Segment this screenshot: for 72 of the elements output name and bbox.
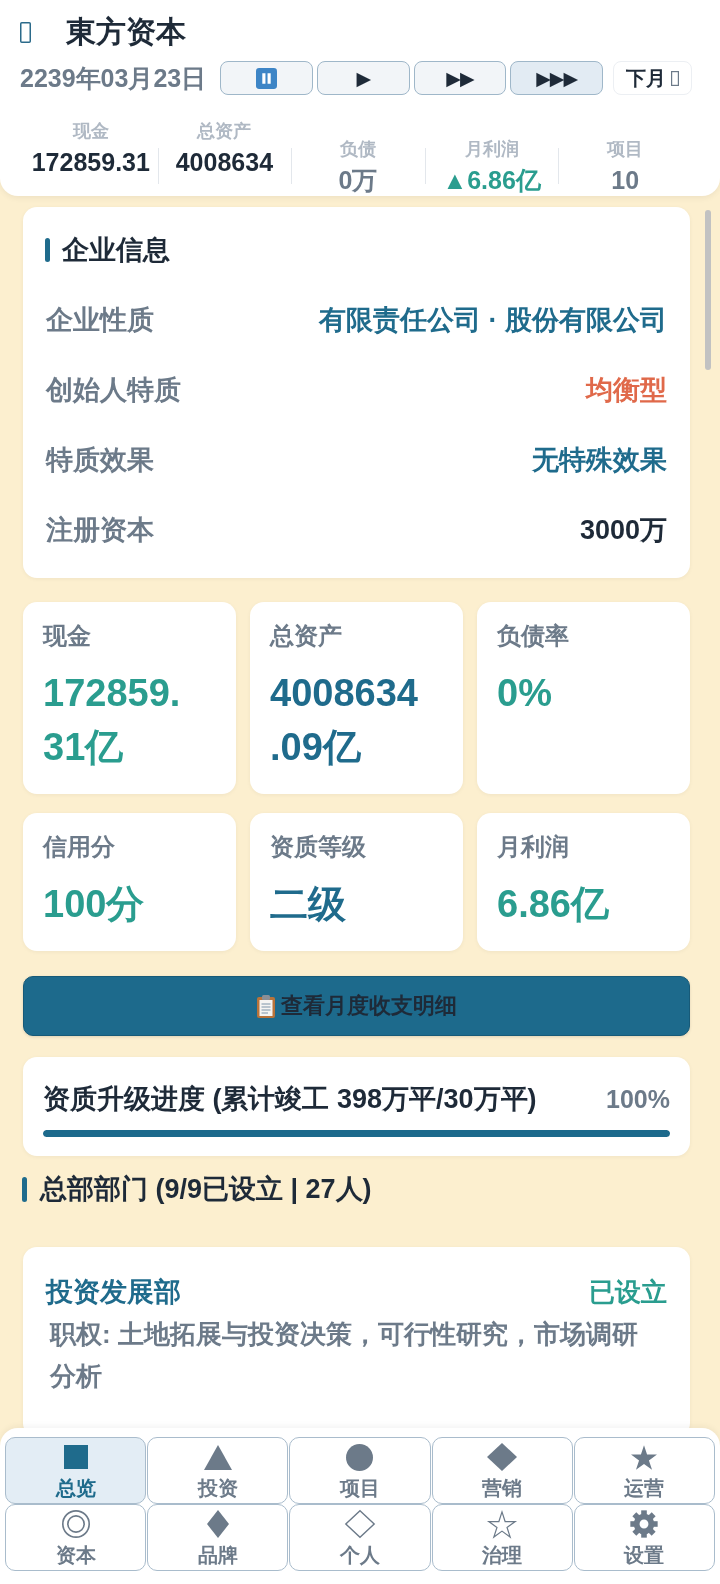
stat-label: 月利润 (464, 138, 519, 160)
metric-value: 4008634.09亿 (270, 671, 419, 770)
stat-value: ▲6.86亿 (442, 165, 541, 196)
info-value: 无特殊效果 (532, 444, 667, 477)
nav-tab[interactable]: 运营 (573, 1437, 715, 1504)
speed-button[interactable]: ▶ (316, 61, 410, 95)
metric-label: 现金 (43, 621, 92, 651)
clipboard-icon (256, 994, 275, 1018)
info-label: 企业性质 (46, 304, 154, 337)
triangle-icon (203, 1444, 232, 1470)
next-month-button[interactable]: 下月 (613, 61, 692, 95)
stat-label: 总资产 (197, 120, 252, 142)
info-label: 特质效果 (46, 444, 154, 477)
progress-label: 资质升级进度 (累计竣工 398万平/30万平) (43, 1083, 537, 1116)
stat-value: 0万 (338, 165, 378, 196)
section-title: 总部部门 (9/9已设立 | 27人) (40, 1173, 372, 1206)
diamond-outline-icon (345, 1510, 375, 1538)
speed-button[interactable]: ▶▶ (413, 61, 507, 95)
pause-icon (256, 67, 278, 89)
monthly-detail-button[interactable]: 查看月度收支明细 (23, 976, 690, 1036)
diamond-icon (206, 1510, 229, 1538)
nav-tab[interactable]: 资本 (5, 1504, 147, 1571)
nav-tab[interactable]: 投资 (147, 1437, 289, 1504)
nav-tab[interactable]: 治理 (431, 1504, 573, 1571)
stat-label: 项目 (607, 138, 644, 160)
nav-tab[interactable]: 设置 (573, 1504, 715, 1571)
gear-icon (630, 1510, 659, 1538)
stat-label: 负债 (340, 138, 376, 160)
stat-value: 10 (611, 165, 640, 196)
heading-accent-bar (45, 238, 50, 262)
department-status: 已设立 (589, 1275, 667, 1309)
metric-label: 负债率 (497, 621, 570, 651)
nav-tab[interactable]: 个人 (289, 1504, 431, 1571)
metric-label: 资质等级 (270, 832, 367, 862)
info-label: 注册资本 (46, 514, 154, 547)
missing-glyph-icon (20, 21, 31, 43)
stat-value: 4008634 (175, 147, 274, 178)
info-value: 均衡型 (586, 374, 667, 407)
metric-label: 信用分 (43, 832, 116, 862)
stat-label: 现金 (72, 120, 109, 142)
nav-tab[interactable]: 品牌 (147, 1504, 289, 1571)
metric-value: 二级 (270, 882, 347, 927)
missing-glyph-icon (671, 70, 679, 86)
pause-button[interactable] (220, 61, 313, 95)
speed-button[interactable]: ▶▶▶ (510, 61, 603, 95)
app-title: 東方资本 (66, 14, 186, 50)
circle-icon (346, 1443, 374, 1471)
star-icon (631, 1444, 658, 1470)
stat-value: 172859.31 (31, 147, 150, 178)
square-icon (63, 1445, 88, 1469)
metric-value: 172859.31亿 (43, 671, 182, 770)
metric-value: 6.86亿 (497, 882, 610, 927)
metric-label: 总资产 (270, 621, 343, 651)
scrollbar-thumb[interactable] (705, 210, 711, 370)
info-label: 创始人特质 (46, 374, 181, 407)
metric-value: 0% (497, 671, 553, 716)
nav-tab[interactable]: 总览 (5, 1437, 147, 1504)
star-outline-icon (488, 1510, 517, 1538)
metric-value: 100分 (43, 882, 146, 927)
nav-tab[interactable]: 营销 (431, 1437, 573, 1504)
nav-tab[interactable]: 项目 (289, 1437, 431, 1504)
diamond-icon (487, 1443, 518, 1471)
ring-icon (61, 1510, 90, 1538)
game-date: 2239年03月23日 (20, 63, 207, 94)
department-duties: 职权: 土地拓展与投资决策，可行性研究，市场调研分析 (48, 1318, 639, 1393)
card-title: 企业信息 (62, 234, 170, 267)
heading-accent-bar (22, 1176, 27, 1202)
progress-percent: 100% (606, 1084, 670, 1114)
info-value: 3000万 (579, 514, 667, 547)
info-value: 有限责任公司 · 股份有限公司 (319, 304, 667, 337)
department-name: 投资发展部 (46, 1276, 181, 1309)
metric-label: 月利润 (497, 832, 570, 862)
